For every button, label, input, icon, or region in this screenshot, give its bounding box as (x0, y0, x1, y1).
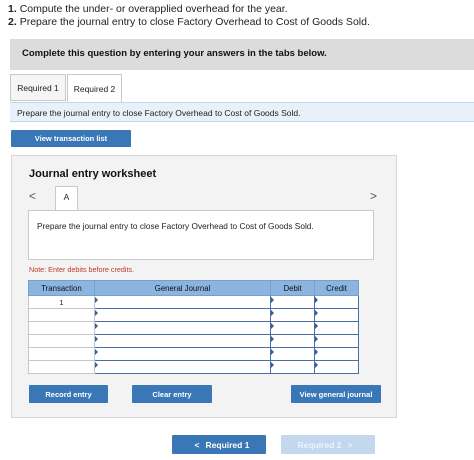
credit-input[interactable] (314, 360, 359, 374)
entry-tab-a[interactable]: A (55, 186, 78, 210)
previous-required-1-button[interactable]: < Required 1 (172, 435, 266, 454)
instruction-item-1: 1. Compute the under- or overapplied ove… (8, 3, 288, 15)
debit-input[interactable] (270, 308, 316, 322)
column-header-transaction: Transaction (28, 280, 95, 296)
view-general-journal-button[interactable]: View general journal (291, 385, 381, 403)
column-header-general-journal: General Journal (93, 280, 272, 296)
instructions: 1. Compute the under- or overapplied ove… (8, 3, 370, 29)
entry-description-box: Prepare the journal entry to close Facto… (28, 210, 374, 260)
table-header-row: Transaction General Journal Debit Credit (28, 280, 359, 296)
clear-entry-button[interactable]: Clear entry (132, 385, 212, 403)
debit-input[interactable] (270, 360, 316, 374)
journal-entry-table: Transaction General Journal Debit Credit… (28, 280, 359, 374)
next-required-2-button[interactable]: Required 2 > (281, 435, 375, 454)
banner-text: Complete this question by entering your … (22, 48, 327, 59)
credit-input[interactable] (314, 308, 359, 322)
transaction-cell (28, 321, 95, 335)
record-entry-button[interactable]: Record entry (29, 385, 108, 403)
chevron-left-icon[interactable]: < (29, 189, 36, 203)
view-transaction-list-button[interactable]: View transaction list (11, 130, 131, 147)
general-journal-input[interactable] (93, 347, 272, 361)
table-row (28, 308, 359, 322)
tab-required-2[interactable]: Required 2 (67, 74, 122, 103)
chevron-left-icon: < (194, 439, 200, 450)
previous-button-label: Required 1 (205, 439, 250, 450)
credit-input[interactable] (314, 295, 359, 309)
general-journal-input[interactable] (93, 334, 272, 348)
debit-credit-note: Note: Enter debits before credits. (29, 265, 135, 274)
entry-description-text: Prepare the journal entry to close Facto… (37, 221, 314, 231)
next-button-label: Required 2 (297, 439, 342, 450)
chevron-right-icon: > (347, 439, 353, 450)
instruction-banner: Complete this question by entering your … (10, 39, 474, 70)
general-journal-input[interactable] (93, 360, 272, 374)
debit-input[interactable] (270, 334, 316, 348)
question-prompt-bar: Prepare the journal entry to close Facto… (10, 102, 474, 122)
instruction-item-2: 2. Prepare the journal entry to close Fa… (8, 16, 370, 28)
transaction-cell (28, 308, 95, 322)
general-journal-input[interactable] (93, 295, 272, 309)
transaction-cell (28, 334, 95, 348)
table-row (28, 360, 359, 374)
column-header-debit: Debit (270, 280, 316, 296)
debit-input[interactable] (270, 347, 316, 361)
transaction-cell: 1 (28, 295, 95, 309)
worksheet-title: Journal entry worksheet (29, 168, 157, 180)
general-journal-input[interactable] (93, 308, 272, 322)
credit-input[interactable] (314, 334, 359, 348)
tab-required-1[interactable]: Required 1 (10, 74, 66, 101)
journal-entry-worksheet: Journal entry worksheet < A > Prepare th… (11, 155, 397, 418)
table-row (28, 334, 359, 348)
transaction-cell (28, 347, 95, 361)
general-journal-input[interactable] (93, 321, 272, 335)
table-row: 1 (28, 295, 359, 309)
credit-input[interactable] (314, 321, 359, 335)
debit-input[interactable] (270, 321, 316, 335)
credit-input[interactable] (314, 347, 359, 361)
question-prompt-text: Prepare the journal entry to close Facto… (17, 108, 301, 118)
debit-input[interactable] (270, 295, 316, 309)
table-row (28, 347, 359, 361)
column-header-credit: Credit (314, 280, 359, 296)
chevron-right-icon[interactable]: > (370, 189, 377, 203)
table-row (28, 321, 359, 335)
transaction-cell (28, 360, 95, 374)
